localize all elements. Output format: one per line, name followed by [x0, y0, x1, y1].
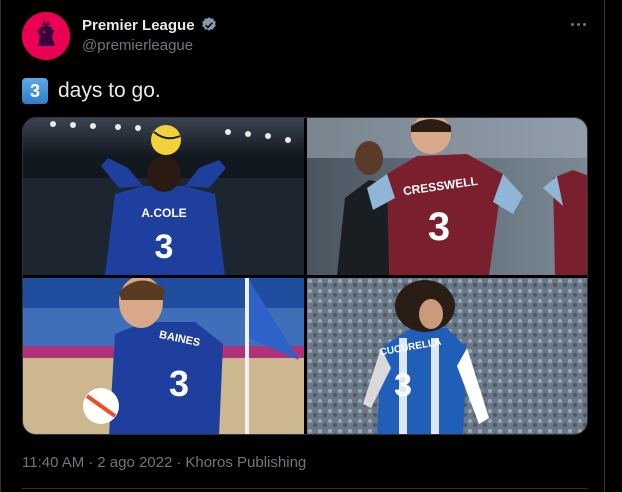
meta-separator: ·	[88, 454, 94, 471]
jersey-name-cole: A.COLE	[141, 206, 186, 220]
account-handle[interactable]: @premierleague	[82, 37, 193, 54]
premier-league-lion-icon	[22, 12, 70, 60]
tweet-date[interactable]: 2 ago 2022	[97, 454, 172, 471]
timeline-border-right	[604, 0, 605, 492]
jersey-number-cucurella: 3	[394, 367, 412, 403]
tweet-time[interactable]: 11:40 AM	[22, 454, 84, 471]
jersey-number-baines: 3	[169, 363, 189, 404]
divider	[22, 488, 588, 489]
jersey-number-cresswell: 3	[428, 205, 450, 249]
jersey-number-cole: 3	[155, 228, 174, 266]
tweet-text-body: days to go.	[58, 79, 161, 102]
photo-baines[interactable]: BAINES 3	[23, 278, 304, 434]
photo-cucurella[interactable]: CUCURELLA 3	[307, 278, 587, 434]
verified-badge-icon	[201, 17, 216, 31]
photo-cole[interactable]: A.COLE 3	[23, 118, 304, 275]
keycap-three-emoji: 3	[22, 78, 48, 104]
more-horizontal-icon[interactable]	[566, 14, 590, 34]
meta-separator: ·	[176, 454, 182, 471]
display-name[interactable]: Premier League	[82, 17, 195, 34]
media-grid: A.COLE 3 CRESSWELL 3 BAINES 3 CUCURELLA …	[22, 117, 588, 435]
tweet-source[interactable]: Khoros Publishing	[185, 454, 306, 471]
tweet-meta: 11:40 AM · 2 ago 2022 · Khoros Publishin…	[22, 454, 306, 471]
tweet-text: 3 days to go.	[22, 78, 161, 104]
avatar[interactable]	[22, 12, 70, 60]
photo-cresswell[interactable]: CRESSWELL 3	[307, 118, 587, 275]
timeline-border-left	[0, 0, 1, 492]
